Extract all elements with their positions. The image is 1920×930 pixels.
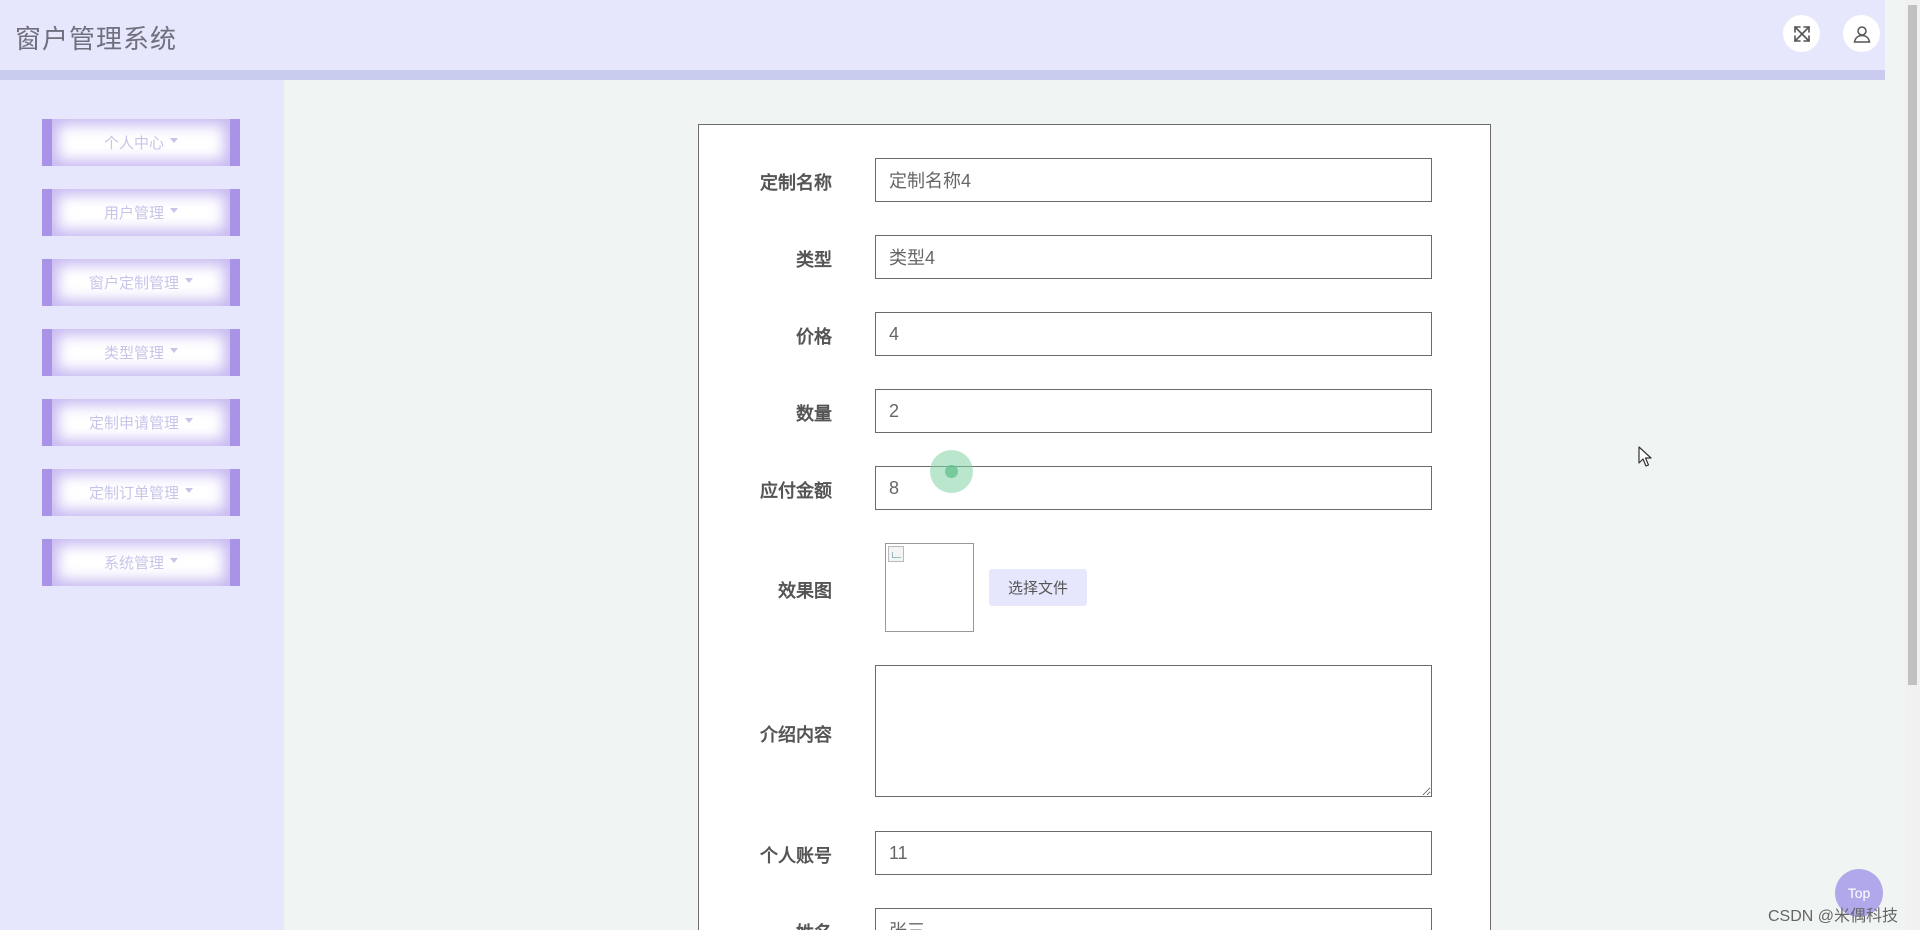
- user-icon: [1853, 25, 1870, 43]
- sidebar-item-window-customization[interactable]: 窗户定制管理: [42, 259, 240, 306]
- sidebar-item-user-management[interactable]: 用户管理: [42, 189, 240, 236]
- quantity-label: 数量: [796, 404, 832, 424]
- caret-down-icon: [170, 348, 178, 353]
- sidebar-item-system-management[interactable]: 系统管理: [42, 539, 240, 586]
- custom-name-input[interactable]: [875, 158, 1432, 202]
- sidebar-item-personal-center[interactable]: 个人中心: [42, 119, 240, 166]
- click-indicator-dot: [945, 465, 958, 478]
- price-label: 价格: [796, 327, 832, 347]
- account-input[interactable]: [875, 831, 1432, 875]
- fullscreen-button[interactable]: [1783, 15, 1820, 52]
- sidebar-item-custom-requests[interactable]: 定制申请管理: [42, 399, 240, 446]
- caret-down-icon: [170, 558, 178, 563]
- choose-file-button[interactable]: 选择文件: [989, 569, 1087, 606]
- scrollbar-thumb[interactable]: [1908, 5, 1917, 685]
- watermark-text: CSDN @米偶科技: [1768, 908, 1899, 925]
- user-button[interactable]: [1843, 15, 1880, 52]
- page-scrollbar[interactable]: [1905, 0, 1920, 930]
- caret-down-icon: [185, 488, 193, 493]
- sidebar-item-custom-orders[interactable]: 定制订单管理: [42, 469, 240, 516]
- type-input[interactable]: [875, 235, 1432, 279]
- app-title: 窗户管理系统: [15, 24, 178, 54]
- sidebar-item-label: 类型管理: [103, 345, 164, 362]
- header-divider: [0, 70, 1885, 80]
- effect-image-preview: [885, 543, 974, 632]
- sidebar-item-label: 窗户定制管理: [88, 275, 179, 292]
- price-input[interactable]: [875, 312, 1432, 356]
- amount-due-label: 应付金额: [760, 481, 832, 501]
- intro-textarea[interactable]: [875, 665, 1432, 797]
- account-label: 个人账号: [760, 846, 832, 866]
- name-input[interactable]: [875, 908, 1432, 930]
- sidebar-item-label: 定制订单管理: [88, 485, 179, 502]
- top-header: 窗户管理系统: [0, 0, 1885, 70]
- sidebar-item-label: 定制申请管理: [88, 415, 179, 432]
- mouse-pointer-icon: [1638, 446, 1652, 467]
- sidebar: 个人中心 用户管理 窗户定制管理 类型管理 定制申请管理 定制订单管理 系统管理: [0, 80, 284, 930]
- name-label: 姓名: [712, 919, 832, 930]
- sidebar-item-type-management[interactable]: 类型管理: [42, 329, 240, 376]
- type-label: 类型: [796, 250, 832, 270]
- effect-image-label: 效果图: [778, 581, 832, 601]
- intro-label: 介绍内容: [760, 725, 832, 745]
- caret-down-icon: [170, 138, 178, 143]
- sidebar-item-label: 个人中心: [103, 135, 164, 152]
- broken-image-icon: [888, 546, 904, 562]
- caret-down-icon: [185, 278, 193, 283]
- custom-name-label: 定制名称: [760, 173, 832, 193]
- sidebar-item-label: 用户管理: [103, 205, 164, 222]
- sidebar-item-label: 系统管理: [103, 555, 164, 572]
- caret-down-icon: [185, 418, 193, 423]
- expand-arrows-icon: [1793, 25, 1810, 42]
- quantity-input[interactable]: [875, 389, 1432, 433]
- caret-down-icon: [170, 208, 178, 213]
